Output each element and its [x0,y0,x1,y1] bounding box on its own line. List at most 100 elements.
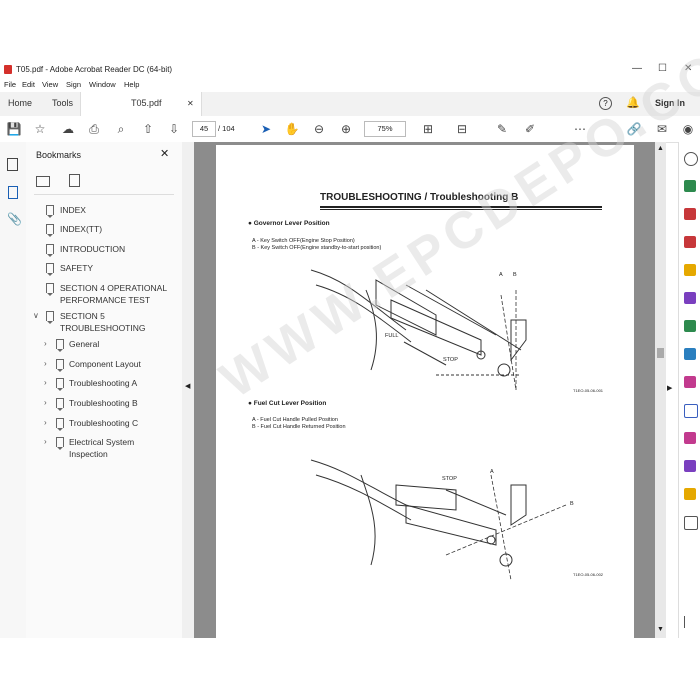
section-note-b: B - Fuel Cut Handle Returned Position [252,424,346,430]
bookmark-icon [46,311,54,324]
stop-label: STOP [442,476,457,482]
edit-pdf-icon[interactable] [684,236,696,248]
find-icon[interactable]: ⌕ [113,121,129,137]
bookmark-options-icon[interactable] [36,176,50,187]
label-a: A [490,469,494,475]
save-icon[interactable]: 💾 [6,121,22,137]
zoom-out-icon[interactable]: ⊖ [311,121,327,137]
menu-edit[interactable]: Edit [22,80,35,89]
search-tool-icon[interactable] [684,152,698,166]
bookmark-icon [46,224,54,237]
tab-document-label: T05.pdf [131,98,162,108]
fill-sign-icon[interactable] [684,376,696,388]
title-bar: T05.pdf - Adobe Acrobat Reader DC (64-bi… [0,62,700,78]
label-b: B [513,272,517,278]
combine-files-icon[interactable] [684,292,696,304]
page-up-icon[interactable]: ⇧ [140,121,156,137]
more-tools-icon[interactable] [684,516,698,530]
figure-code: T1EO-05-06-002 [573,572,604,577]
expand-chevron-icon[interactable]: › [44,339,47,348]
panel-splitter[interactable]: ◀ [182,142,194,638]
menu-view[interactable]: View [42,80,58,89]
scroll-mode-icon[interactable]: ⊟ [454,121,470,137]
create-pdf-icon[interactable] [684,208,696,220]
right-collapse-icon[interactable]: ▶ [667,384,672,392]
bookmark-label: INTRODUCTION [60,244,126,254]
figure-code: T1EO-05-06-001 [573,388,604,393]
expand-chevron-icon[interactable]: › [44,418,47,427]
scan-ocr-icon[interactable] [684,348,696,360]
bookmark-label: Troubleshooting C [69,418,139,428]
sign-icon[interactable] [684,460,696,472]
export-pdf-icon[interactable] [684,180,696,192]
page-total: / 104 [218,124,235,133]
acrobat-logo-icon [4,65,12,74]
collapse-chevron-icon[interactable]: ∨ [33,311,39,320]
bookmark-icon [56,437,64,450]
stamp-icon[interactable] [684,488,696,500]
expand-chevron-icon[interactable]: › [44,378,47,387]
hand-tool-icon[interactable]: ✋ [284,121,300,137]
request-signature-icon[interactable] [684,432,696,444]
fit-page-icon[interactable]: ⊞ [420,121,436,137]
comment-tool-icon[interactable] [684,264,696,276]
scroll-up-icon[interactable]: ▲ [657,145,664,152]
section-note-a: A - Key Switch OFF(Engine Stop Position) [252,238,355,244]
bookmark-icon [56,359,64,372]
bookmark-label: Electrical System Inspection [69,437,135,459]
tab-home[interactable]: Home [8,98,32,108]
protect-icon[interactable] [684,404,698,418]
bookmark-label: Troubleshooting A [69,378,138,388]
page-down-icon[interactable]: ⇩ [166,121,182,137]
bookmark-label: SECTION 5 TROUBLESHOOTING [60,311,146,333]
page-thumbnails-icon[interactable] [7,158,18,171]
expand-chevron-icon[interactable]: › [44,437,47,446]
expand-chevron-icon[interactable]: › [44,359,47,368]
zoom-select[interactable]: 75% [364,121,406,137]
menu-window[interactable]: Window [89,80,116,89]
minimize-button[interactable]: — [632,63,642,74]
organize-pages-icon[interactable] [684,320,696,332]
collapse-panel-icon[interactable]: ◀ [185,382,190,390]
bookmark-icon [56,339,64,352]
bookmark-label: INDEX(TT) [60,224,103,234]
bookmark-icon [46,283,54,296]
scroll-thumb[interactable] [657,348,664,358]
tab-close-icon[interactable]: ✕ [187,99,194,108]
scroll-down-icon[interactable]: ▼ [657,626,664,633]
tab-document[interactable]: T05.pdf ✕ [80,92,202,116]
comment-icon[interactable]: ✎ [494,121,510,137]
bookmark-search-icon[interactable] [69,174,80,187]
expand-chevron-icon[interactable]: › [44,398,47,407]
star-icon[interactable]: ☆ [32,121,48,137]
bookmark-icon [56,398,64,411]
fuel-cut-lever-diagram [310,459,567,581]
label-a: A [499,272,503,278]
menu-file[interactable]: File [4,80,16,89]
select-cursor-icon[interactable]: ➤ [258,121,274,137]
zoom-in-icon[interactable]: ⊕ [338,121,354,137]
menu-sign[interactable]: Sign [66,80,81,89]
bookmarks-panel: Bookmarks ✕ INDEX INDEX(TT) INTRODUCTION… [26,142,183,638]
stop-label: STOP [443,357,458,363]
print-icon[interactable]: ⎙ [86,121,102,137]
attachment-icon[interactable]: 📎 [7,212,22,226]
bookmark-label: SAFETY [60,263,94,273]
draw-icon[interactable]: ✐ [522,121,538,137]
menu-help[interactable]: Help [124,80,139,89]
vertical-scrollbar[interactable]: ▲ ▼ [655,142,666,638]
bookmark-icon [56,378,64,391]
page-number-input[interactable]: 45 [192,121,216,137]
bookmarks-divider [34,194,174,195]
bookmark-label: Component Layout [69,359,141,369]
tab-tools[interactable]: Tools [52,98,73,108]
bookmark-label: Troubleshooting B [69,398,138,408]
bookmark-label: General [69,339,100,349]
close-panel-icon[interactable]: ✕ [160,147,169,160]
bookmark-panel-icon[interactable] [8,186,18,199]
bookmark-icon [46,244,54,257]
upload-icon[interactable]: ☁ [60,121,76,137]
expand-rail-icon[interactable] [684,616,697,628]
section-note-b: B - Key Switch OFF(Engine standby-to-sta… [252,245,382,251]
label-b: B [570,501,574,507]
